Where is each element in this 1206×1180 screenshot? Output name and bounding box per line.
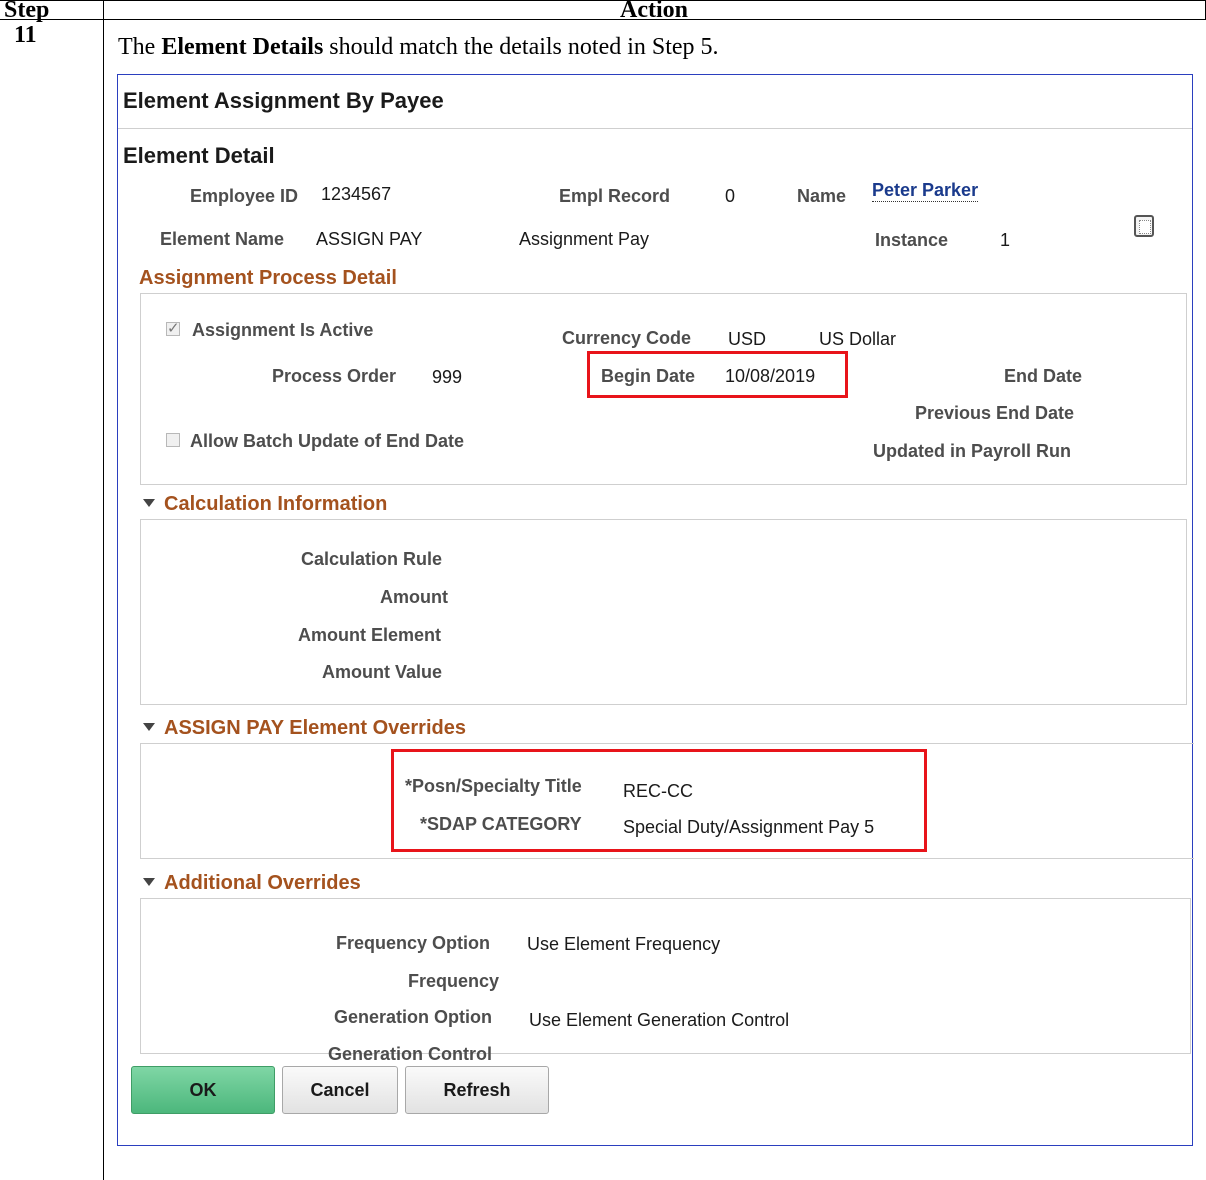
additional-overrides-title: Additional Overrides [164, 872, 361, 894]
table-top-border [0, 0, 1206, 1]
calculation-info-toggle[interactable]: Calculation Information [143, 493, 387, 516]
element-overrides-toggle[interactable]: ASSIGN PAY Element Overrides [143, 717, 466, 740]
previous-end-date-label: Previous End Date [915, 403, 1075, 423]
collapse-triangle-icon [143, 499, 155, 507]
process-detail-title: Assignment Process Detail [139, 267, 397, 289]
element-description: Assignment Pay [519, 229, 650, 249]
currency-code-value: USD [728, 329, 767, 349]
generation-option-value: Use Element Generation Control [529, 1010, 790, 1030]
step-instruction: The Element Details should match the det… [118, 32, 719, 62]
batch-update-checkbox[interactable] [166, 433, 180, 447]
assignment-active-label: Assignment Is Active [192, 320, 374, 340]
cancel-button[interactable]: Cancel [282, 1066, 398, 1114]
frequency-option-label: Frequency Option [336, 933, 491, 953]
element-overrides-title: ASSIGN PAY Element Overrides [164, 717, 466, 739]
process-order-label: Process Order [272, 366, 397, 386]
additional-overrides-toggle[interactable]: Additional Overrides [143, 872, 361, 895]
assignment-active-checkbox[interactable] [166, 319, 180, 337]
end-date-label: End Date [1004, 366, 1083, 386]
element-assignment-panel: Element Assignment By Payee Element Deta… [117, 74, 1194, 1146]
amount-element-label: Amount Element [298, 625, 442, 645]
generation-control-label: Generation Control [328, 1044, 493, 1064]
employee-id-label: Employee ID [190, 186, 299, 206]
frequency-label: Frequency [408, 971, 500, 991]
step-number: 11 [14, 22, 37, 48]
collapse-triangle-icon [143, 723, 155, 731]
element-detail-title: Element Detail [123, 143, 275, 168]
notes-icon[interactable] [1134, 215, 1154, 237]
empl-record-value: 0 [725, 186, 736, 206]
amount-value-label: Amount Value [322, 662, 443, 682]
table-column-divider [103, 0, 104, 1180]
batch-update-label: Allow Batch Update of End Date [190, 431, 465, 451]
overrides-highlight [391, 749, 927, 852]
generation-option-label: Generation Option [334, 1007, 493, 1027]
employee-id-value: 1234567 [321, 184, 392, 204]
amount-label: Amount [380, 587, 448, 607]
instruction-text-end: should match the details noted in Step 5… [323, 34, 719, 60]
frequency-option-value: Use Element Frequency [527, 934, 721, 954]
calculation-info-title: Calculation Information [164, 493, 388, 515]
empl-record-label: Empl Record [559, 186, 671, 206]
table-header-divider [0, 19, 1206, 20]
col-action-header: Action [620, 0, 688, 23]
employee-name-link[interactable]: Peter Parker [872, 180, 979, 202]
instance-value: 1 [1000, 230, 1011, 250]
title-divider [118, 128, 1192, 129]
currency-code-label: Currency Code [562, 328, 692, 348]
collapse-triangle-icon [143, 878, 155, 886]
instance-label: Instance [875, 230, 949, 250]
ok-button[interactable]: OK [131, 1066, 275, 1114]
name-label: Name [797, 186, 847, 206]
element-name-value: ASSIGN PAY [316, 229, 423, 249]
currency-name-value: US Dollar [819, 329, 897, 349]
calculation-rule-label: Calculation Rule [301, 549, 443, 569]
process-order-value: 999 [432, 367, 463, 387]
instruction-text: The [118, 34, 162, 60]
calculation-info-box [140, 519, 1187, 705]
refresh-button[interactable]: Refresh [405, 1066, 549, 1114]
element-name-label: Element Name [160, 229, 285, 249]
instruction-bold-text: Element Details [161, 34, 324, 60]
begin-date-highlight [587, 351, 848, 398]
page-title: Element Assignment By Payee [123, 88, 444, 113]
updated-payroll-run-label: Updated in Payroll Run [873, 441, 1072, 461]
